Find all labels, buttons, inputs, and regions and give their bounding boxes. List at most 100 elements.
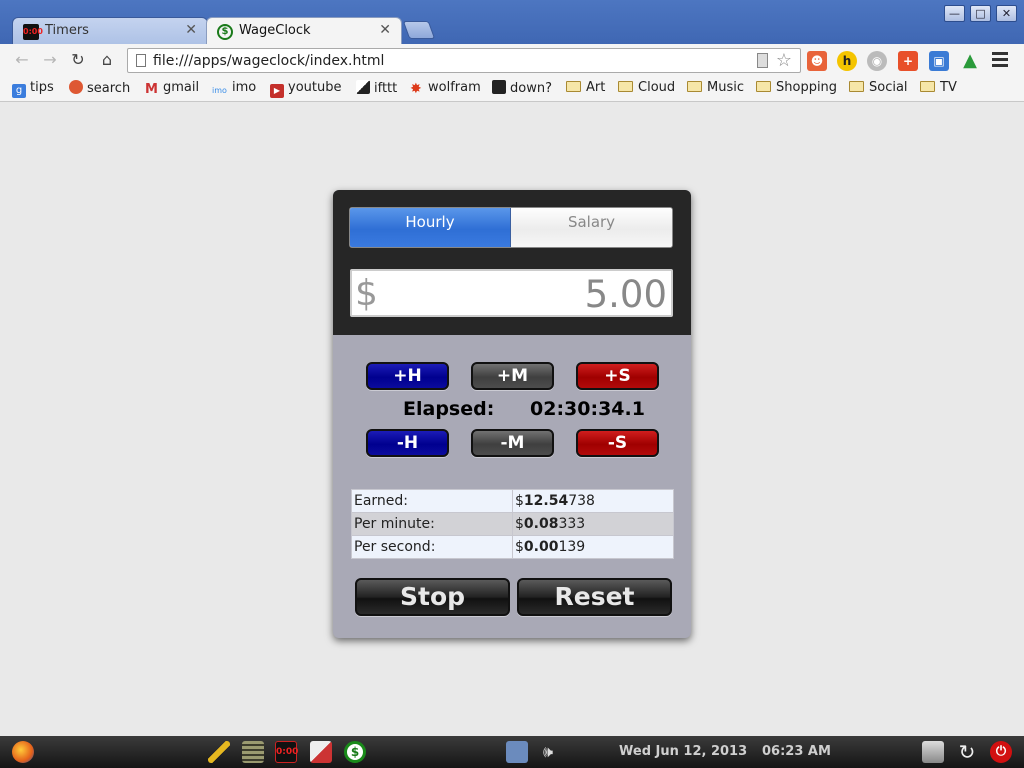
close-window-button[interactable]: ✕ — [996, 5, 1017, 22]
bookmark-label: Social — [869, 80, 908, 95]
taskbar-time: 06:23 AM — [762, 744, 831, 759]
bookmark-label: search — [87, 81, 131, 96]
page-icon — [136, 54, 146, 67]
wageclock-panel: Hourly Salary $ 5.00 +H +M +S Elapsed: 0… — [333, 190, 691, 638]
address-bar[interactable]: file:///apps/wageclock/index.html ☆ — [127, 48, 801, 73]
minimize-button[interactable]: — — [944, 5, 965, 22]
maximize-button[interactable]: □ — [970, 5, 991, 22]
bookmark-label: Cloud — [638, 80, 676, 95]
bookmark-down[interactable]: down? — [492, 80, 552, 96]
screenshot-extension-icon[interactable]: ▣ — [929, 51, 949, 71]
subtract-second-button[interactable]: -S — [576, 429, 659, 457]
forward-arrow-icon[interactable]: → — [40, 50, 60, 70]
display-icon[interactable] — [922, 741, 944, 763]
bookmark-ifttt[interactable]: ifttt — [356, 80, 397, 96]
bookmark-star-icon[interactable]: ☆ — [776, 50, 792, 71]
close-icon[interactable]: ✕ — [379, 22, 391, 38]
bookmark-folder-shopping[interactable]: Shopping — [756, 80, 837, 95]
earned-label: Earned: — [351, 489, 513, 513]
tab-wageclock[interactable]: $ WageClock ✕ — [206, 17, 402, 44]
reset-button[interactable]: Reset — [517, 578, 672, 616]
tab-label: Timers — [45, 23, 89, 38]
address-url[interactable]: file:///apps/wageclock/index.html — [153, 53, 384, 69]
bookmark-folder-art[interactable]: Art — [566, 80, 605, 95]
bookmark-imo[interactable]: imo imo — [212, 80, 256, 98]
home-icon[interactable]: ⌂ — [97, 50, 117, 70]
per-second-major: 0.00 — [523, 539, 559, 555]
wage-input[interactable]: $ 5.00 — [350, 269, 673, 317]
google-icon: g — [12, 84, 26, 98]
folder-icon — [566, 81, 581, 92]
add-second-button[interactable]: +S — [576, 362, 659, 390]
calculator-icon[interactable] — [242, 741, 264, 763]
duckduckgo-icon — [69, 80, 83, 94]
bookmark-search[interactable]: search — [69, 80, 130, 96]
mode-toggle: Hourly Salary — [349, 207, 673, 248]
imo-icon: imo — [212, 86, 227, 95]
bookmark-label: down? — [510, 81, 552, 96]
bookmark-tips[interactable]: g tips — [12, 80, 54, 98]
timer-icon[interactable]: 0:00 — [275, 741, 298, 763]
per-minute-major: 0.08 — [523, 516, 559, 532]
elapsed-label: Elapsed: — [403, 398, 495, 420]
mail-icon[interactable] — [310, 741, 332, 763]
add-minute-button[interactable]: +M — [471, 362, 554, 390]
reload-icon[interactable]: ↻ — [68, 50, 88, 70]
table-row: Earned: $12.54738 — [351, 489, 674, 513]
per-minute-minor: 333 — [558, 516, 586, 532]
ifttt-icon — [356, 80, 370, 94]
tab-label: WageClock — [239, 23, 311, 38]
wage-value[interactable]: 5.00 — [585, 273, 667, 316]
page-action-icon[interactable] — [757, 53, 768, 68]
pencil-icon[interactable] — [208, 741, 230, 763]
privacy-extension-icon[interactable]: ◉ — [867, 51, 887, 71]
timer-icon: 0:00 — [23, 24, 43, 40]
earned-major: 12.54 — [523, 493, 569, 509]
bookmark-wolfram[interactable]: ✸ wolfram — [410, 80, 481, 96]
menu-icon[interactable] — [992, 52, 1008, 70]
stop-button[interactable]: Stop — [355, 578, 510, 616]
back-arrow-icon[interactable]: ← — [12, 50, 32, 70]
wage-header: Hourly Salary $ 5.00 — [333, 190, 691, 335]
earnings-table: Earned: $12.54738 Per minute: $0.08333 P… — [351, 489, 674, 559]
duckduckgo-extension-icon[interactable]: ☻ — [807, 51, 827, 71]
bookmark-folder-social[interactable]: Social — [849, 80, 908, 95]
subtract-hour-button[interactable]: -H — [366, 429, 449, 457]
power-icon[interactable]: ⏻ — [990, 741, 1012, 763]
new-tab-button[interactable] — [402, 21, 436, 39]
browser-toolbar: ← → ↻ ⌂ file:///apps/wageclock/index.htm… — [0, 44, 1024, 77]
network-icon[interactable] — [506, 741, 528, 763]
bookmark-label: youtube — [288, 80, 342, 95]
bookmark-youtube[interactable]: ▶ youtube — [270, 80, 341, 98]
volume-icon[interactable]: 🕪 — [537, 741, 559, 763]
firefox-icon[interactable] — [12, 741, 34, 763]
bookmark-label: ifttt — [374, 81, 398, 96]
plus-extension-icon[interactable]: + — [898, 51, 918, 71]
tab-timers[interactable]: 0:00 Timers ✕ — [12, 17, 208, 44]
currency-symbol: $ — [355, 273, 378, 314]
per-second-minor: 139 — [558, 539, 586, 555]
bookmarks-bar: g tips search Mgmail imo imo ▶ youtube iftt… — [0, 77, 1024, 102]
table-row: Per minute: $0.08333 — [351, 512, 674, 536]
salary-mode-button[interactable]: Salary — [511, 208, 672, 247]
drive-icon[interactable]: ▲ — [960, 51, 980, 71]
currency-symbol: $ — [515, 493, 524, 509]
add-hour-button[interactable]: +H — [366, 362, 449, 390]
subtract-minute-button[interactable]: -M — [471, 429, 554, 457]
h-extension-icon[interactable]: h — [837, 51, 857, 71]
bookmark-gmail[interactable]: Mgmail — [145, 80, 199, 97]
wolfram-icon: ✸ — [410, 81, 422, 97]
folder-icon — [687, 81, 702, 92]
bookmark-label: wolfram — [428, 80, 481, 95]
bookmark-folder-music[interactable]: Music — [687, 80, 744, 95]
folder-icon — [756, 81, 771, 92]
refresh-icon[interactable]: ↻ — [956, 741, 978, 763]
currency-symbol: $ — [515, 539, 524, 555]
bookmark-folder-cloud[interactable]: Cloud — [618, 80, 675, 95]
per-minute-value: $0.08333 — [512, 512, 674, 536]
close-icon[interactable]: ✕ — [185, 22, 197, 38]
youtube-icon: ▶ — [270, 84, 284, 98]
hourly-mode-button[interactable]: Hourly — [350, 208, 511, 247]
bookmark-folder-tv[interactable]: TV — [920, 80, 957, 95]
dollar-icon[interactable]: $ — [344, 741, 366, 763]
